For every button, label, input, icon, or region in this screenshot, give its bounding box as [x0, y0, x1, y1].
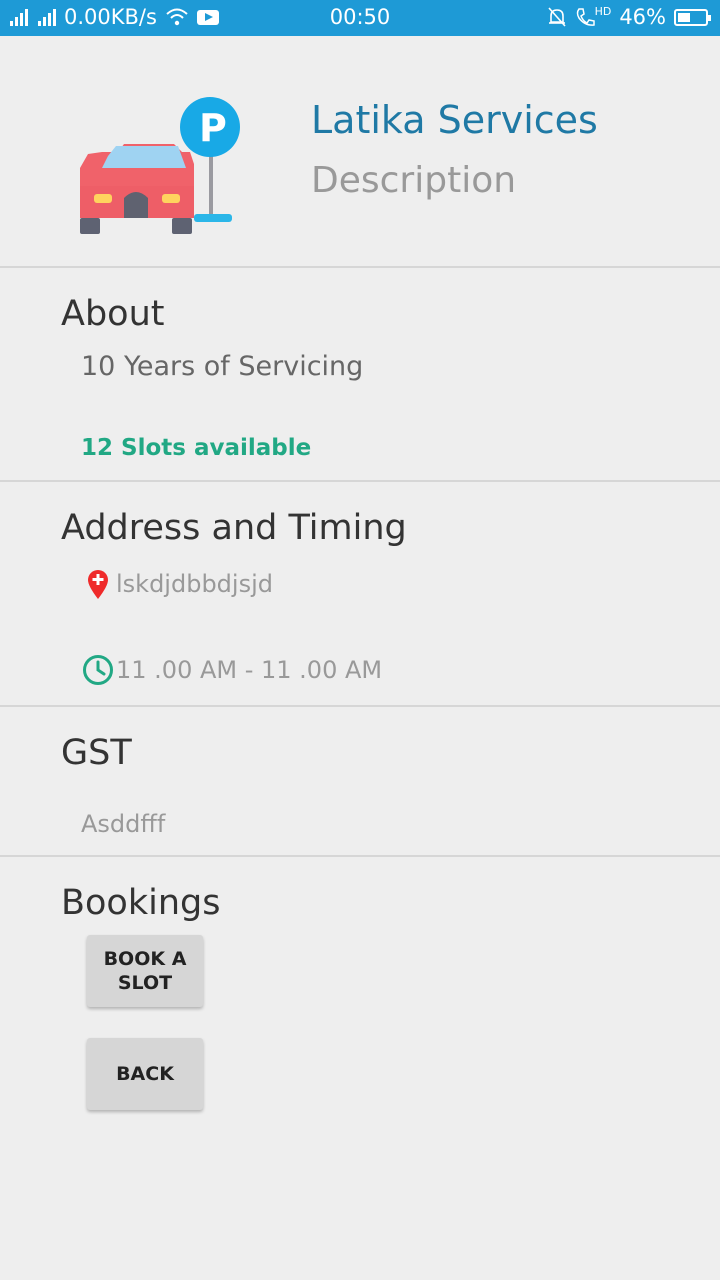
mute-icon [547, 6, 567, 28]
bookings-section: Bookings BOOK A SLOT BACK [0, 857, 720, 1157]
location-pin-icon [86, 568, 110, 600]
gst-section: GST Asddfff [0, 707, 720, 857]
battery-percent: 46% [619, 5, 666, 29]
call-hd-icon: HD [575, 5, 612, 28]
timing-row: 11 .00 AM - 11 .00 AM [82, 654, 382, 686]
slots-available: 12 Slots available [81, 435, 312, 461]
service-title: Latika Services [311, 98, 598, 142]
address-section: Address and Timing lskdjdbbdjsjd 11 .00 … [0, 482, 720, 707]
clock-icon [82, 654, 114, 686]
location-text: lskdjdbbdjsjd [116, 570, 273, 598]
address-heading: Address and Timing [61, 508, 407, 548]
book-slot-button[interactable]: BOOK A SLOT [87, 935, 203, 1007]
car-parking-icon: P [78, 94, 243, 244]
gst-value: Asddfff [81, 810, 166, 838]
service-header: P Latika Services Description [0, 36, 720, 268]
about-heading: About [61, 294, 165, 334]
timing-text: 11 .00 AM - 11 .00 AM [116, 656, 383, 684]
about-text: 10 Years of Servicing [81, 351, 364, 382]
status-bar: 0.00KB/s 00:50 HD 46% [0, 0, 720, 36]
about-section: About 10 Years of Servicing 12 Slots ava… [0, 268, 720, 482]
status-right: HD 46% [547, 5, 711, 29]
location-row: lskdjdbbdjsjd [86, 568, 273, 600]
svg-text:P: P [199, 106, 227, 150]
bookings-heading: Bookings [61, 883, 221, 923]
battery-icon [674, 8, 711, 26]
hd-label: HD [594, 5, 612, 18]
gst-heading: GST [61, 733, 132, 773]
back-button[interactable]: BACK [87, 1038, 203, 1110]
battery-fill [678, 12, 690, 22]
service-description: Description [311, 160, 517, 201]
